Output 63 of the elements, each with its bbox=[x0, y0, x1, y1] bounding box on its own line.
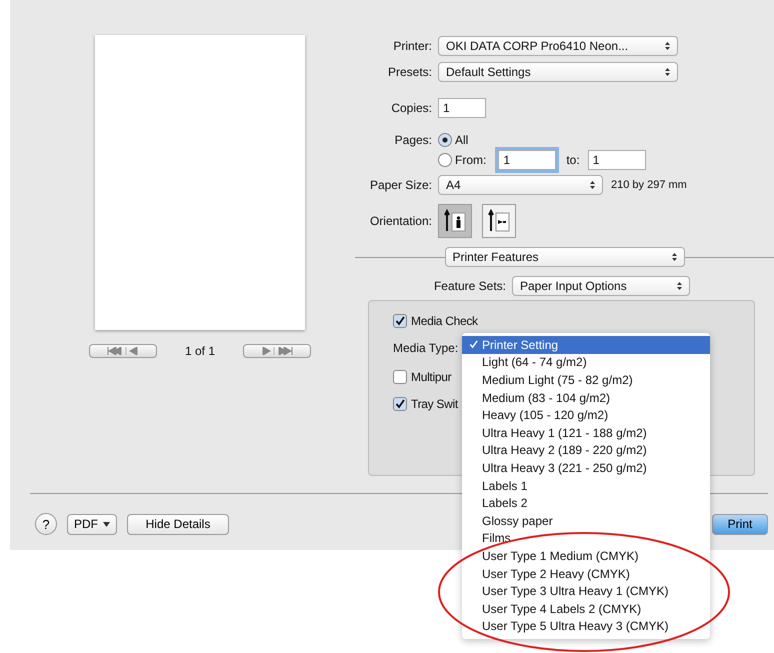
menu-item[interactable]: User Type 2 Heavy (CMYK) bbox=[462, 564, 710, 582]
field-label: Orientation: bbox=[368, 214, 433, 228]
checkmark-icon bbox=[469, 340, 478, 349]
menu-item[interactable]: User Type 1 Medium (CMYK) bbox=[462, 547, 710, 565]
radio-label: From: bbox=[455, 153, 486, 167]
portrait-orientation-icon bbox=[443, 209, 467, 233]
from-page-field[interactable]: 1 bbox=[498, 150, 556, 170]
field-label: Printer: bbox=[392, 39, 433, 53]
paper-dimensions: 210 by 297 mm bbox=[611, 179, 687, 191]
printer-popup[interactable]: OKI DATA CORP Pro6410 Neon... bbox=[438, 36, 678, 56]
field-label: Media Type: bbox=[393, 341, 458, 355]
landscape-orientation-icon bbox=[487, 209, 511, 233]
menu-item[interactable]: Labels 2 bbox=[462, 494, 710, 512]
menu-item[interactable]: Ultra Heavy 1 (121 - 188 g/m2) bbox=[462, 424, 710, 442]
menu-item[interactable]: User Type 4 Labels 2 (CMYK) bbox=[462, 600, 710, 618]
presets-popup[interactable]: Default Settings bbox=[438, 62, 678, 82]
menu-item[interactable]: Labels 1 bbox=[462, 476, 710, 494]
stepper-arrows-icon bbox=[664, 41, 671, 51]
menu-item[interactable]: Medium Light (75 - 82 g/m2) bbox=[462, 371, 710, 389]
menu-item[interactable]: Ultra Heavy 3 (221 - 250 g/m2) bbox=[462, 459, 710, 477]
next-page-button[interactable] bbox=[243, 344, 312, 358]
section-popup[interactable]: Printer Features bbox=[444, 247, 684, 267]
menu-item[interactable]: Medium (83 - 104 g/m2) bbox=[462, 388, 710, 406]
orientation-button[interactable] bbox=[482, 204, 516, 238]
field-label: Copies: bbox=[390, 101, 433, 115]
menu-item[interactable]: Heavy (105 - 120 g/m2) bbox=[462, 406, 710, 424]
checkbox-label: Media Check bbox=[411, 314, 478, 328]
stepper-arrows-icon bbox=[589, 180, 596, 190]
radio-button[interactable] bbox=[438, 153, 452, 167]
stepper-arrows-icon bbox=[664, 67, 671, 77]
checkbox-label: Tray Swit bbox=[411, 396, 458, 410]
menu-item[interactable]: Glossy paper bbox=[462, 512, 710, 530]
field-label: to: bbox=[566, 153, 580, 167]
paper-size-popup[interactable]: A4 bbox=[438, 175, 603, 195]
menu-item[interactable]: User Type 3 Ultra Heavy 1 (CMYK) bbox=[462, 582, 710, 600]
orientation-button[interactable] bbox=[438, 204, 472, 238]
previous-page-button[interactable] bbox=[88, 344, 157, 358]
menu-item[interactable]: Printer Setting bbox=[462, 336, 710, 354]
pdf-button[interactable]: PDF bbox=[67, 514, 117, 534]
stepper-arrows-icon bbox=[676, 281, 683, 291]
checkbox-label: Multipur bbox=[411, 370, 452, 384]
menu-item[interactable]: Light (64 - 74 g/m2) bbox=[462, 354, 710, 372]
to-page-field[interactable]: 1 bbox=[588, 150, 646, 170]
checkbox[interactable] bbox=[393, 370, 407, 384]
radio-button[interactable] bbox=[438, 133, 452, 147]
field-label: Feature Sets: bbox=[432, 279, 507, 293]
radio-label: All bbox=[455, 133, 468, 147]
menu-item[interactable]: Films bbox=[462, 530, 710, 548]
feature-sets-popup[interactable]: Paper Input Options bbox=[512, 276, 690, 296]
help-button[interactable]: ? bbox=[35, 513, 57, 535]
field-label: Presets: bbox=[386, 65, 433, 79]
copies-field[interactable]: 1 bbox=[438, 98, 486, 118]
menu-item[interactable]: User Type 5 Ultra Heavy 3 (CMYK) bbox=[462, 618, 710, 636]
caret-icon bbox=[103, 522, 110, 526]
field-label: Paper Size: bbox=[368, 178, 433, 192]
stepper-arrows-icon bbox=[670, 252, 678, 262]
checkbox[interactable] bbox=[393, 396, 407, 410]
print-button[interactable]: Print bbox=[712, 514, 768, 534]
field-label: Pages: bbox=[394, 133, 433, 147]
page-counter: 1 of 1 bbox=[184, 344, 216, 358]
checkbox[interactable] bbox=[393, 314, 407, 328]
hide-details-button[interactable]: Hide Details bbox=[127, 514, 229, 534]
menu-item[interactable]: Ultra Heavy 2 (189 - 220 g/m2) bbox=[462, 442, 710, 460]
